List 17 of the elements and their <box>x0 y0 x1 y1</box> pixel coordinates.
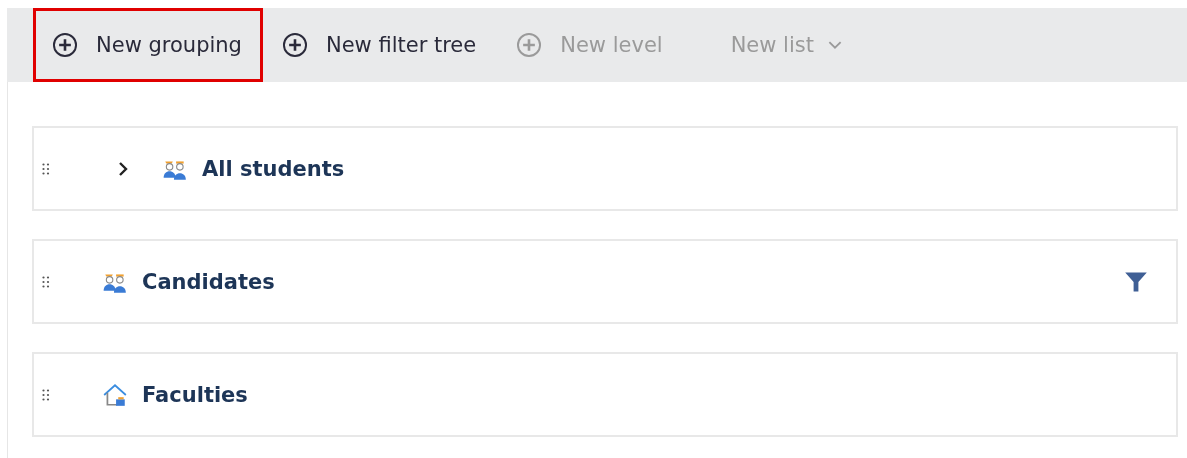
caret-icon <box>827 40 842 50</box>
chevron-right-icon[interactable] <box>118 160 128 177</box>
plus-circle-icon <box>52 32 78 58</box>
filter-icon[interactable] <box>1124 269 1148 294</box>
row-label: All students <box>202 156 345 181</box>
list-row[interactable]: Candidates <box>32 239 1178 324</box>
list-row[interactable]: All students <box>32 126 1178 211</box>
toolbar-button[interactable]: New filter tree <box>262 8 498 82</box>
drag-handle-icon[interactable] <box>42 388 50 401</box>
plus-circle-icon <box>281 32 308 58</box>
toolbar-button[interactable]: New grouping <box>33 8 263 82</box>
row-label: Candidates <box>142 269 275 294</box>
drag-handle-icon[interactable] <box>42 275 50 288</box>
list-row[interactable]: Faculties <box>32 352 1178 437</box>
row-label: Faculties <box>142 382 248 407</box>
plus-circle-icon <box>516 32 543 58</box>
drag-handle-icon[interactable] <box>42 162 50 175</box>
